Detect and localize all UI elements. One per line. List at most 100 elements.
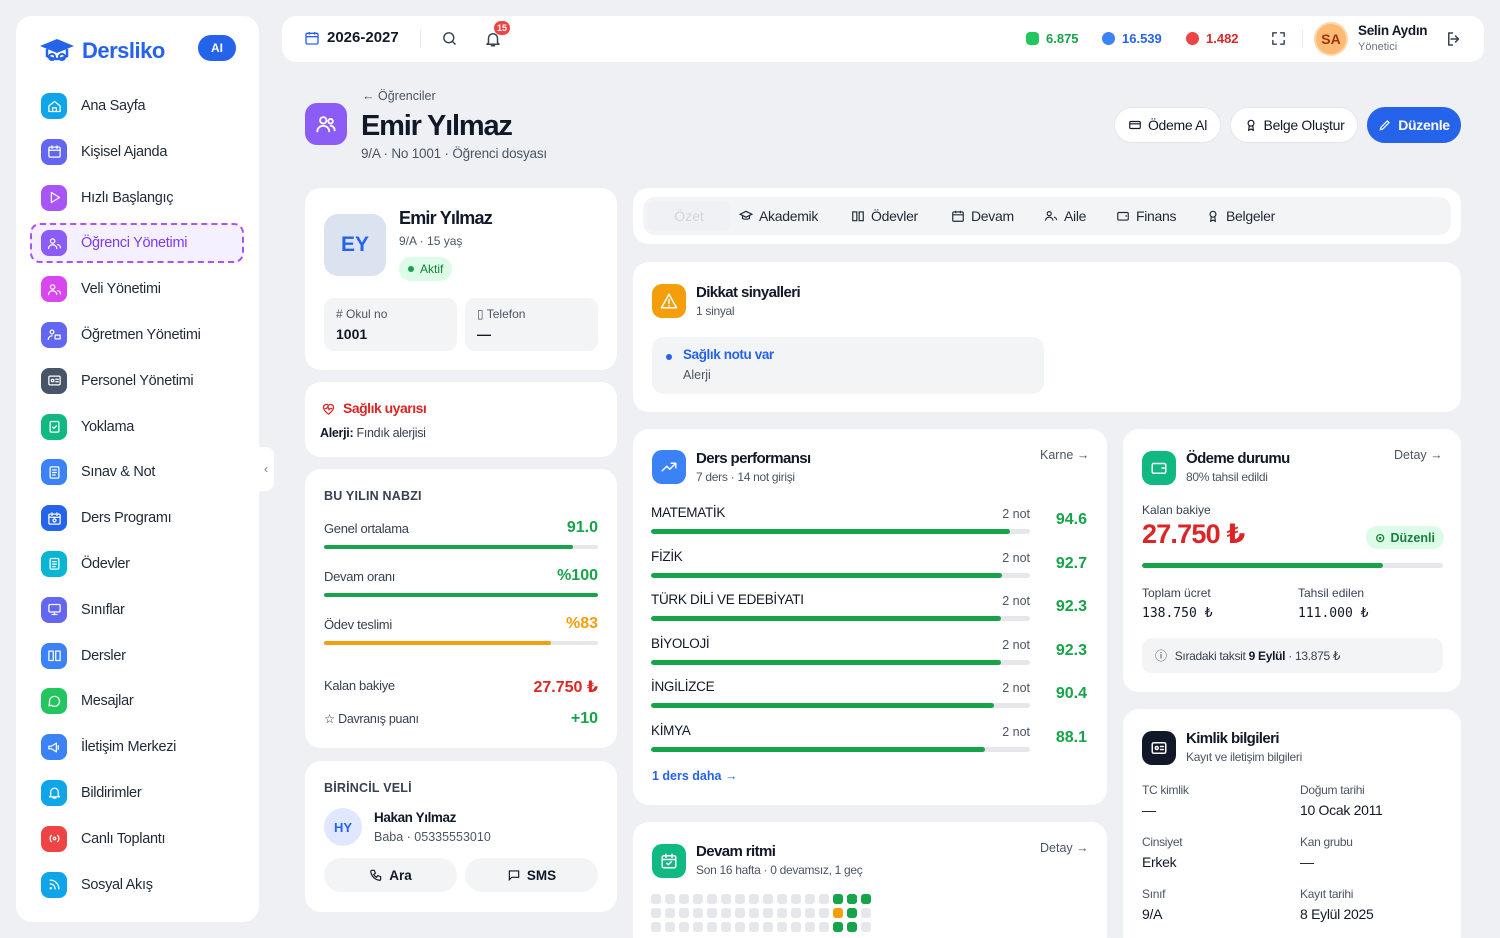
- tabs-card: Özet Akademik Ödevler Devam Aile Finans …: [633, 188, 1461, 244]
- student-avatar: EY: [324, 214, 386, 276]
- sidebar-item-4[interactable]: Öğrenci Yönetimi: [30, 223, 244, 264]
- tab-summary[interactable]: Özet: [647, 201, 731, 231]
- course-score: 90.4: [1055, 685, 1087, 702]
- attendance-day: [805, 894, 815, 904]
- stat-blue[interactable]: 16.539: [1102, 31, 1162, 46]
- school-number: 1001: [336, 326, 368, 342]
- academic-year-selector[interactable]: 2026-2027: [304, 29, 399, 46]
- sidebar-item-12[interactable]: Sınıflar: [30, 590, 244, 630]
- attendance-day: [749, 908, 759, 918]
- sidebar-item-11[interactable]: Ödevler: [30, 544, 244, 584]
- course-fill: [651, 572, 1003, 578]
- total-fee: 138.750 ₺: [1142, 606, 1213, 621]
- sidebar-item-label: Hızlı Başlangıç: [81, 189, 174, 206]
- sidebar-item-7[interactable]: Personel Yönetimi: [30, 361, 244, 401]
- course-row[interactable]: BİYOLOJİ 2 not 92.3: [651, 636, 1087, 676]
- health-detail: Alerji: Fındık alerjisi: [320, 426, 426, 440]
- user-avatar[interactable]: SA: [1314, 22, 1348, 56]
- course-name: FİZİK: [651, 548, 683, 564]
- fullscreen-icon[interactable]: [1270, 30, 1287, 47]
- attendance-day: [777, 894, 787, 904]
- sidebar-item-14[interactable]: Mesajlar: [30, 681, 244, 721]
- pencil-icon: [1379, 120, 1391, 131]
- edit-button[interactable]: Düzenle: [1367, 107, 1461, 143]
- course-row[interactable]: İNGİLİZCE 2 not 90.4: [651, 679, 1087, 719]
- attendance-day: [763, 922, 773, 932]
- sidebar-collapse-button[interactable]: ‹: [258, 447, 274, 491]
- sidebar-item-1[interactable]: Ana Sayfa: [30, 86, 244, 126]
- tab-homework[interactable]: Ödevler: [851, 208, 918, 224]
- sidebar-item-2[interactable]: Kişisel Ajanda: [30, 132, 244, 172]
- attendance-day: [665, 908, 675, 918]
- signal-item[interactable]: Sağlık notu var Alerji: [652, 337, 1044, 394]
- class: 9/A: [361, 146, 380, 161]
- sms-button[interactable]: SMS: [465, 858, 598, 892]
- course-row[interactable]: MATEMATİK 2 not 94.6: [651, 505, 1087, 545]
- course-score: 88.1: [1055, 728, 1087, 746]
- ai-button[interactable]: AI: [198, 35, 236, 61]
- id-card-icon: [41, 367, 67, 394]
- sidebar-item-16[interactable]: Bildirimler: [30, 773, 244, 813]
- attendance-detail-label: Detay: [1040, 841, 1073, 855]
- sidebar-item-3[interactable]: Hızlı Başlangıç: [30, 178, 244, 218]
- more-courses-link[interactable]: 1 ders daha →: [652, 769, 737, 783]
- tab-family[interactable]: Aile: [1044, 208, 1086, 224]
- search-icon[interactable]: [441, 30, 458, 47]
- sidebar-item-label: Kişisel Ajanda: [81, 143, 168, 160]
- report-card-link[interactable]: Karne →: [1040, 448, 1089, 462]
- calendar-clock-icon: [41, 505, 67, 532]
- sidebar-item-5[interactable]: Veli Yönetimi: [30, 269, 244, 309]
- attendance-day: [833, 908, 843, 918]
- attendance-day: [721, 922, 731, 932]
- attendance-detail-link[interactable]: Detay →: [1040, 841, 1089, 855]
- rss-icon: [41, 871, 67, 898]
- sidebar-item-6[interactable]: Öğretmen Yönetimi: [30, 315, 244, 355]
- collected-amount: 111.000 ₺: [1298, 606, 1369, 621]
- stat-green[interactable]: 6.875: [1026, 31, 1079, 46]
- sidebar-item-18[interactable]: Sosyal Akış: [30, 865, 244, 905]
- sidebar-nav: Ana Sayfa Kişisel Ajanda Hızlı Başlangıç Öğ…: [30, 86, 244, 910]
- sidebar-item-9[interactable]: Sınav & Not: [30, 452, 244, 492]
- course-score: 92.3: [1055, 641, 1087, 659]
- course-row[interactable]: TÜRK DİLİ VE EDEBİYATI 2 not 92.3: [651, 592, 1087, 632]
- phone-icon: [370, 869, 382, 881]
- document-icon: [41, 459, 67, 486]
- remaining-label: Kalan bakiye: [1142, 503, 1211, 517]
- logout-icon[interactable]: [1445, 30, 1463, 48]
- next-installment-date: 9 Eylül: [1248, 648, 1286, 663]
- clipboard-icon: [41, 550, 67, 577]
- sidebar-item-label: Bildirimler: [81, 784, 142, 801]
- clipboard-check-icon: [41, 413, 67, 440]
- performance-title: Ders performansı: [696, 450, 811, 467]
- course-row[interactable]: KİMYA 2 not 88.1: [651, 723, 1087, 763]
- tab-academic[interactable]: Akademik: [739, 208, 818, 224]
- tab-documents[interactable]: Belgeler: [1206, 208, 1275, 224]
- attendance-day: [707, 894, 717, 904]
- logo[interactable]: Dersliko: [38, 36, 165, 66]
- tab-attendance[interactable]: Devam: [951, 208, 1014, 224]
- sidebar-item-15[interactable]: İletişim Merkezi: [30, 727, 244, 767]
- book-icon: [41, 642, 67, 669]
- create-document-button[interactable]: Belge Oluştur: [1230, 107, 1358, 143]
- wallet-icon: [1117, 211, 1129, 221]
- health-warning-card: Sağlık uyarısı Alerji: Fındık alerjisi: [305, 382, 617, 457]
- course-name: KİMYA: [651, 722, 691, 738]
- parent-avatar: HY: [324, 808, 362, 846]
- sidebar-item-10[interactable]: Ders Programı: [30, 498, 244, 538]
- sidebar-item-8[interactable]: Yoklama: [30, 407, 244, 447]
- tab-finance[interactable]: Finans: [1116, 208, 1177, 224]
- gem-icon: [1102, 32, 1115, 45]
- stat-red[interactable]: 1.482: [1186, 31, 1239, 46]
- call-button[interactable]: Ara: [324, 858, 457, 892]
- sidebar-item-13[interactable]: Dersler: [30, 636, 244, 676]
- sidebar: Dersliko AI Ana Sayfa Kişisel Ajanda Hızlı…: [16, 16, 259, 922]
- course-track: [651, 703, 1030, 708]
- back-link[interactable]: ← Öğrenciler: [362, 89, 436, 103]
- payment-button[interactable]: Ödeme Al: [1114, 107, 1221, 143]
- course-row[interactable]: FİZİK 2 not 92.7: [651, 549, 1087, 589]
- sidebar-item-17[interactable]: Canlı Toplantı: [30, 819, 244, 859]
- attendance-day: [847, 922, 857, 932]
- identity-title: Kimlik bilgileri: [1186, 730, 1280, 747]
- payment-detail-link[interactable]: Detay →: [1394, 448, 1443, 462]
- file-type: Öğrenci dosyası: [452, 146, 547, 161]
